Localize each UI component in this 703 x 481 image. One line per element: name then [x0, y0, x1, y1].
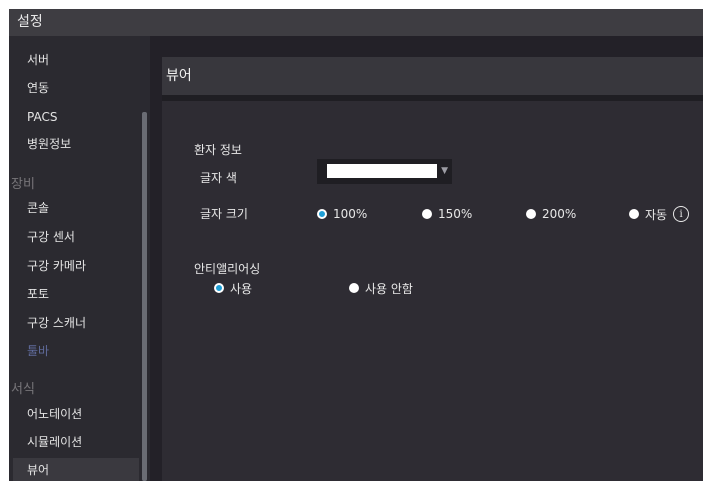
text-size-radio-150[interactable]: 150% — [422, 206, 472, 222]
radio-label: 자동 — [645, 207, 668, 222]
radio-unchecked-icon — [526, 209, 536, 219]
radio-unchecked-icon — [629, 209, 639, 219]
viewer-settings-panel: 뷰어 환자 정보 글자 색 ▼ 글자 크기 100% 150% 200% 자동 … — [162, 57, 703, 481]
sidebar-item-console[interactable]: 콘솔 — [27, 199, 49, 217]
sidebar-item-simulation[interactable]: 시뮬레이션 — [27, 433, 82, 451]
sidebar-item-server[interactable]: 서버 — [27, 51, 49, 69]
sidebar-item-viewer[interactable]: 뷰어 — [27, 461, 49, 479]
sidebar-item-annotation[interactable]: 어노테이션 — [27, 405, 82, 423]
panel-divider — [162, 95, 703, 101]
sidebar-item-toolbar: 툴바 — [27, 344, 50, 358]
sidebar-category-format: 서식 — [11, 382, 35, 397]
text-size-radio-200[interactable]: 200% — [526, 206, 576, 222]
sidebar: 서버 연동 PACS 병원정보 장비 콘솔 구강 센서 구강 카메라 포토 구강… — [9, 36, 140, 481]
settings-window: 설정 서버 연동 PACS 병원정보 장비 콘솔 구강 센서 구강 카메라 포토… — [9, 9, 703, 481]
sidebar-item-hospital-info[interactable]: 병원정보 — [27, 135, 71, 153]
radio-label: 100% — [333, 207, 368, 221]
radio-label: 150% — [438, 207, 473, 221]
text-size-label: 글자 크기 — [200, 207, 248, 221]
antialiasing-radio-on[interactable]: 사용 — [214, 280, 252, 296]
content-gutter — [150, 36, 162, 481]
sidebar-category-devices: 장비 — [11, 177, 35, 192]
window-title: 설정 — [9, 9, 703, 36]
color-swatch — [327, 164, 437, 178]
antialiasing-label: 안티앨리어싱 — [194, 262, 261, 276]
info-icon[interactable]: i — [673, 206, 690, 222]
sidebar-item-pacs[interactable]: PACS — [27, 108, 57, 126]
chevron-down-icon: ▼ — [441, 166, 448, 176]
radio-unchecked-icon — [349, 283, 359, 293]
settings-body: 서버 연동 PACS 병원정보 장비 콘솔 구강 센서 구강 카메라 포토 구강… — [9, 36, 703, 481]
antialiasing-radio-off[interactable]: 사용 안함 — [349, 280, 413, 296]
radio-label: 200% — [542, 207, 577, 221]
sidebar-item-photo[interactable]: 포토 — [27, 285, 49, 303]
radio-unchecked-icon — [422, 209, 432, 219]
sidebar-item-intraoral-sensor[interactable]: 구강 센서 — [27, 228, 75, 246]
sidebar-item-intraoral-scanner[interactable]: 구강 스캐너 — [27, 314, 86, 332]
radio-label: 사용 — [230, 281, 253, 296]
patient-info-label: 환자 정보 — [194, 143, 242, 157]
text-color-label: 글자 색 — [200, 171, 237, 185]
sidebar-scrollbar-thumb[interactable] — [142, 112, 147, 481]
radio-checked-icon — [317, 209, 327, 219]
sidebar-item-integration[interactable]: 연동 — [27, 79, 49, 97]
sidebar-item-intraoral-camera[interactable]: 구강 카메라 — [27, 257, 86, 275]
radio-label: 사용 안함 — [365, 281, 413, 296]
panel-title: 뷰어 — [162, 57, 703, 95]
text-color-dropdown[interactable]: ▼ — [317, 159, 452, 184]
text-size-radio-auto[interactable]: 자동 i — [629, 206, 690, 222]
radio-checked-icon — [214, 283, 224, 293]
text-size-radio-100[interactable]: 100% — [317, 206, 367, 222]
